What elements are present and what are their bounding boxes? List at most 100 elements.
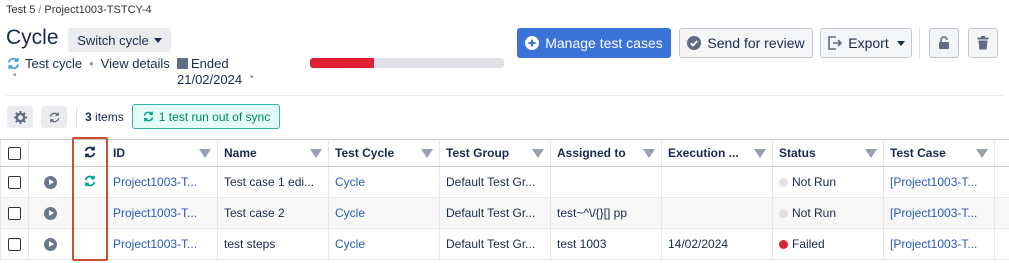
header-execution-label: Execution ... [668, 146, 739, 160]
items-count-value: 3 [85, 110, 92, 124]
row-status-label: Not Run [792, 175, 837, 189]
row-execution: 14/02/2024 [661, 228, 773, 260]
header-assigned-to[interactable]: Assigned to [550, 139, 662, 167]
header-status[interactable]: Status [772, 139, 884, 167]
row-test-case-link[interactable]: [Project1003-T... [890, 206, 977, 220]
header-test-case[interactable]: Test Case [883, 139, 995, 167]
refresh-button[interactable] [41, 106, 67, 128]
table-row[interactable]: Project1003-T... test steps Cycle Default T… [0, 228, 1009, 260]
row-test-case[interactable]: [Project1003-T... [883, 228, 995, 260]
header-execution[interactable]: Execution ... [661, 139, 773, 167]
row-id-link[interactable]: Project1003-T... [113, 175, 197, 189]
run-play-icon[interactable] [44, 207, 57, 221]
row-test-cycle-link[interactable]: Cycle [335, 237, 365, 251]
row-test-cycle[interactable]: Cycle [328, 197, 440, 229]
ended-date: 21/02/2024 [177, 72, 243, 87]
row-test-cycle[interactable]: Cycle [328, 166, 440, 198]
filter-icon[interactable] [754, 148, 766, 158]
breadcrumb-cycle[interactable]: Project1003-TSTCY-4 [44, 4, 151, 16]
table-row[interactable]: Project1003-T... Test case 2 Cycle Default … [0, 197, 1009, 229]
header-name[interactable]: Name [217, 139, 329, 167]
filter-icon[interactable] [643, 148, 655, 158]
row-id[interactable]: Project1003-T... [106, 228, 218, 260]
page-title: Cycle [6, 26, 59, 49]
filter-icon[interactable] [532, 148, 544, 158]
filter-icon[interactable] [976, 148, 988, 158]
row-sync-cell [72, 166, 107, 198]
switch-cycle-button[interactable]: Switch cycle [68, 28, 171, 52]
send-for-review-label: Send for review [707, 35, 805, 51]
header-run-cell [28, 139, 73, 167]
breadcrumb-project[interactable]: Test 5 [6, 4, 35, 16]
check-circle-icon [687, 36, 702, 50]
unlock-icon [939, 36, 949, 49]
filter-icon[interactable] [310, 148, 322, 158]
divider [6, 95, 1003, 96]
row-checkbox[interactable] [8, 176, 21, 190]
row-name: Test case 1 edi... [217, 166, 329, 198]
trash-icon [977, 36, 989, 50]
row-test-case-link[interactable]: [Project1003-T... [890, 237, 977, 251]
row-test-group: Default Test Gr... [439, 166, 551, 198]
out-of-sync-badge[interactable]: 1 test run out of sync [132, 104, 280, 129]
caret-down-icon [896, 40, 905, 46]
delete-button[interactable] [968, 28, 998, 58]
view-details-link[interactable]: View details [101, 56, 170, 71]
row-select-cell [0, 228, 29, 260]
row-execution [661, 197, 773, 229]
row-checkbox[interactable] [8, 207, 21, 221]
row-status: Failed [772, 228, 884, 260]
filter-icon[interactable] [199, 148, 211, 158]
test-cycle-type: Test cycle [25, 56, 83, 71]
meta-dot: • [250, 72, 254, 83]
header-test-cycle-label: Test Cycle [335, 146, 395, 160]
status-dot [779, 209, 788, 218]
gear-icon [13, 110, 27, 124]
row-checkbox[interactable] [8, 238, 21, 252]
test-runs-table: ID Name Test Cycle Test Group Assigned t… [0, 139, 1009, 260]
row-status-label: Not Run [792, 206, 837, 220]
breadcrumb-separator: / [38, 4, 42, 16]
lock-button[interactable] [929, 28, 959, 58]
header-extra-cell [994, 139, 1009, 167]
table-settings-button[interactable] [7, 106, 33, 128]
row-extra-cell [994, 197, 1009, 229]
header-name-label: Name [224, 146, 257, 160]
run-play-icon[interactable] [44, 176, 57, 190]
row-test-case-link[interactable]: [Project1003-T... [890, 175, 977, 189]
filter-icon[interactable] [421, 148, 433, 158]
row-test-case[interactable]: [Project1003-T... [883, 166, 995, 198]
send-for-review-button[interactable]: Send for review [679, 28, 813, 58]
row-id-link[interactable]: Project1003-T... [113, 206, 197, 220]
manage-test-cases-label: Manage test cases [545, 35, 663, 51]
header-test-cycle[interactable]: Test Cycle [328, 139, 440, 167]
filter-icon[interactable] [865, 148, 877, 158]
row-sync-cell [72, 228, 107, 260]
row-test-cycle[interactable]: Cycle [328, 228, 440, 260]
export-button[interactable]: Export [820, 28, 912, 58]
row-execution [661, 166, 773, 198]
sync-icon[interactable] [83, 174, 97, 188]
row-test-case[interactable]: [Project1003-T... [883, 197, 995, 229]
row-test-cycle-link[interactable]: Cycle [335, 175, 365, 189]
items-count-label: items [95, 110, 124, 124]
manage-test-cases-button[interactable]: Manage test cases [517, 28, 671, 58]
header-test-group[interactable]: Test Group [439, 139, 551, 167]
switch-cycle-label: Switch cycle [77, 32, 149, 48]
caret-down-icon [153, 37, 162, 43]
select-all-checkbox[interactable] [8, 147, 21, 161]
row-name: test steps [217, 228, 329, 260]
run-play-icon[interactable] [44, 238, 57, 252]
breadcrumb: Test 5/Project1003-TSTCY-4 [6, 4, 152, 16]
row-id-link[interactable]: Project1003-T... [113, 237, 197, 251]
row-test-cycle-link[interactable]: Cycle [335, 206, 365, 220]
row-id[interactable]: Project1003-T... [106, 197, 218, 229]
ended-info: Ended 21/02/2024 [177, 56, 242, 88]
header-id[interactable]: ID [106, 139, 218, 167]
row-extra-cell [994, 228, 1009, 260]
row-id[interactable]: Project1003-T... [106, 166, 218, 198]
table-row[interactable]: Project1003-T... Test case 1 edi... Cycle D… [0, 166, 1009, 198]
header-assigned-to-label: Assigned to [557, 146, 626, 160]
row-extra-cell [994, 166, 1009, 198]
row-run-cell [28, 166, 73, 198]
